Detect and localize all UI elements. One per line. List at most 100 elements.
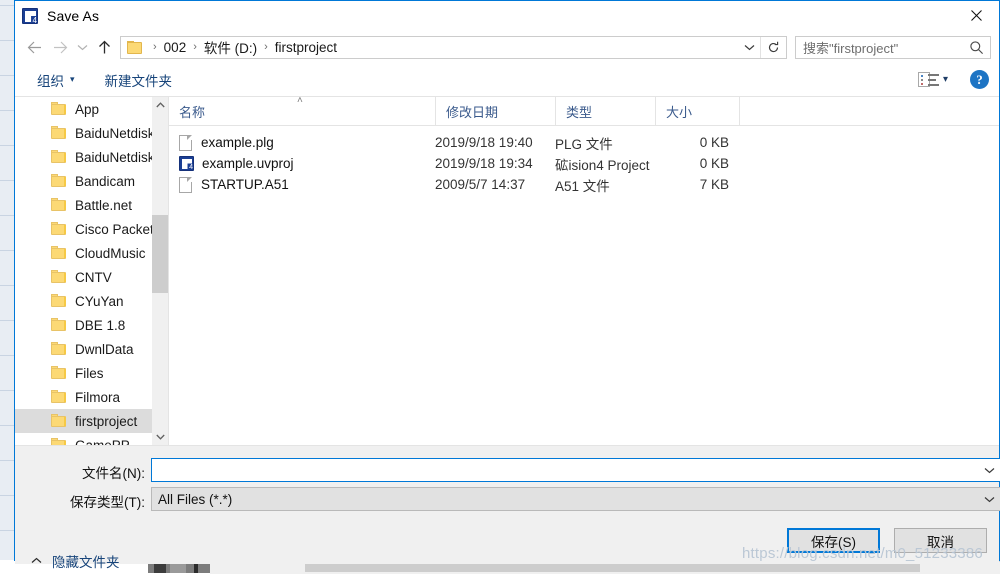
column-header-type[interactable]: 类型	[555, 97, 655, 125]
tree-item-label: BaiduNetdisk	[75, 150, 155, 165]
file-date: 2009/5/7 14:37	[435, 177, 555, 192]
tree-item-label: Battle.net	[75, 198, 132, 213]
new-folder-label: 新建文件夹	[105, 70, 173, 90]
breadcrumb-item-2[interactable]: firstproject	[274, 40, 338, 55]
folder-icon	[51, 246, 67, 260]
tree-item-baidunetdisk[interactable]: BaiduNetdisk	[15, 121, 168, 145]
up-one-level-button[interactable]	[91, 34, 117, 60]
back-button[interactable]	[21, 34, 47, 60]
filename-label: 文件名(N):	[69, 462, 145, 482]
view-options-chevron-down-icon[interactable]: ▾	[943, 74, 948, 85]
background-scrollbar-thumb[interactable]	[305, 563, 920, 572]
tree-item-filmora[interactable]: Filmora	[15, 385, 168, 409]
file-date: 2019/9/18 19:40	[435, 135, 555, 150]
tree-item-dbe-1-8[interactable]: DBE 1.8	[15, 313, 168, 337]
filename-chevron-down-icon[interactable]	[979, 459, 999, 481]
address-dropdown-button[interactable]	[738, 37, 760, 58]
tree-item-label: CNTV	[75, 270, 112, 285]
folder-icon	[51, 222, 67, 236]
folder-icon	[51, 174, 67, 188]
tree-item-label: CYuYan	[75, 294, 124, 309]
file-type: PLG 文件	[555, 133, 655, 153]
file-list-header: 名称 ˄ 修改日期 类型 大小	[169, 97, 999, 126]
sort-ascending-icon: ˄	[297, 95, 303, 106]
keil-uvision-icon	[22, 8, 38, 24]
tree-item-cyuyan[interactable]: CYuYan	[15, 289, 168, 313]
column-header-name[interactable]: 名称 ˄	[169, 97, 435, 125]
folder-icon	[51, 270, 67, 284]
file-date: 2019/9/18 19:34	[435, 156, 555, 171]
help-label: ?	[976, 72, 983, 88]
tree-item-label: Filmora	[75, 390, 120, 405]
close-button[interactable]	[954, 1, 999, 30]
tree-item-app[interactable]: App	[15, 97, 168, 121]
table-row[interactable]: example.plg 2019/9/18 19:40PLG 文件0 KB	[169, 132, 999, 153]
tree-item-firstproject[interactable]: firstproject	[15, 409, 168, 433]
tree-item-cloudmusic[interactable]: CloudMusic	[15, 241, 168, 265]
chevron-down-icon: ▾	[70, 74, 75, 85]
hide-folders-toggle[interactable]: 隐藏文件夹	[31, 551, 120, 571]
tree-item-label: Bandicam	[75, 174, 135, 189]
chevron-up-icon[interactable]	[152, 97, 168, 113]
command-bar: 组织 ▾ 新建文件夹 ▾ ?	[15, 63, 999, 97]
file-name-cell: STARTUP.A51	[169, 177, 435, 193]
cancel-button[interactable]: 取消	[894, 528, 987, 553]
column-header-date-label: 修改日期	[446, 102, 498, 121]
breadcrumb-item-0[interactable]: 002	[163, 40, 188, 55]
column-header-size[interactable]: 大小	[655, 97, 739, 125]
tree-item-cisco-packet-[interactable]: Cisco Packet ·	[15, 217, 168, 241]
folder-icon	[51, 414, 67, 428]
tree-item-label: App	[75, 102, 99, 117]
tree-item-bandicam[interactable]: Bandicam	[15, 169, 168, 193]
breadcrumb-separator-1: ›	[187, 41, 203, 53]
search-input[interactable]: 搜索"firstproject"	[795, 36, 991, 59]
recent-locations-button[interactable]	[73, 34, 91, 60]
save-as-dialog: Save As › 002 › 软件 (D:)	[14, 0, 1000, 561]
save-button[interactable]: 保存(S)	[787, 528, 880, 553]
help-icon[interactable]: ?	[970, 70, 989, 89]
tree-item-label: BaiduNetdisk	[75, 126, 155, 141]
chevron-down-icon[interactable]	[152, 429, 168, 445]
folder-icon	[51, 342, 67, 356]
organize-button[interactable]: 组织 ▾	[37, 70, 75, 90]
folder-icon	[51, 390, 67, 404]
tree-item-gamepp[interactable]: GamePP	[15, 433, 168, 445]
tree-item-dwnldata[interactable]: DwnlData	[15, 337, 168, 361]
filetype-label: 保存类型(T):	[55, 491, 145, 511]
file-name: example.plg	[201, 135, 274, 150]
table-row[interactable]: STARTUP.A512009/5/7 14:37A51 文件7 KB	[169, 174, 999, 195]
navigation-bar: › 002 › 软件 (D:) › firstproject 搜索"firstp…	[15, 31, 999, 63]
tree-item-label: DwnlData	[75, 342, 134, 357]
column-header-date[interactable]: 修改日期	[435, 97, 555, 125]
file-size: 7 KB	[655, 177, 739, 192]
tree-item-battle-net[interactable]: Battle.net	[15, 193, 168, 217]
filetype-value: All Files (*.*)	[152, 492, 232, 507]
generic-file-icon	[179, 135, 192, 151]
file-size: 0 KB	[655, 135, 739, 150]
refresh-button[interactable]	[760, 37, 786, 58]
list-view-icon[interactable]	[918, 71, 940, 89]
folder-tree-scrollbar[interactable]	[152, 97, 168, 445]
tree-item-files[interactable]: Files	[15, 361, 168, 385]
folder-icon	[51, 102, 67, 116]
breadcrumb-item-1[interactable]: 软件 (D:)	[203, 37, 258, 57]
filename-input[interactable]	[151, 458, 1000, 482]
organize-label: 组织	[37, 70, 64, 90]
folder-tree-scrollbar-thumb[interactable]	[152, 215, 168, 293]
filetype-dropdown[interactable]: All Files (*.*)	[151, 487, 1000, 511]
save-button-label: 保存(S)	[811, 531, 856, 551]
forward-button[interactable]	[47, 34, 73, 60]
breadcrumb-address-bar[interactable]: › 002 › 软件 (D:) › firstproject	[120, 36, 787, 59]
folder-icon	[51, 294, 67, 308]
filetype-chevron-down-icon[interactable]	[979, 488, 999, 510]
folder-tree-pane: App BaiduNetdisk BaiduNetdisk Bandicam Battl…	[15, 97, 168, 445]
new-folder-button[interactable]: 新建文件夹	[105, 70, 173, 90]
table-row[interactable]: example.uvproj2019/9/18 19:34砿ision4 Pro…	[169, 153, 999, 174]
file-name: example.uvproj	[202, 156, 294, 171]
tree-item-label: Cisco Packet ·	[75, 222, 162, 237]
tree-item-cntv[interactable]: CNTV	[15, 265, 168, 289]
tree-item-baidunetdisk[interactable]: BaiduNetdisk	[15, 145, 168, 169]
title-bar[interactable]: Save As	[15, 1, 999, 31]
tree-item-label: firstproject	[75, 414, 137, 429]
column-header-size-label: 大小	[666, 102, 692, 121]
